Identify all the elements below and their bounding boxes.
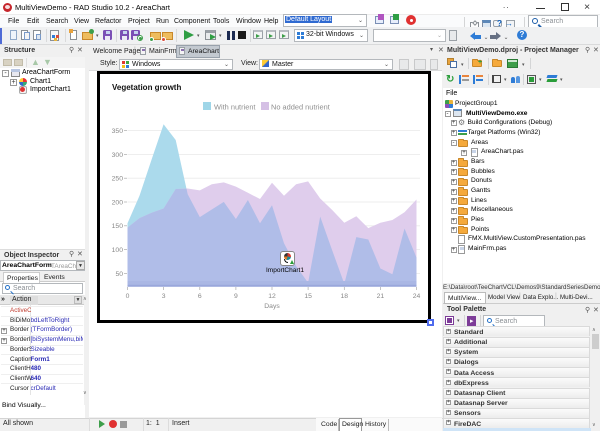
svg-text:200: 200	[112, 199, 124, 206]
svg-text:21: 21	[377, 293, 385, 300]
svg-text:No added nutrient: No added nutrient	[271, 103, 330, 112]
svg-text:Days: Days	[264, 303, 280, 310]
svg-text:Vegetation growth: Vegetation growth	[112, 83, 181, 92]
svg-text:15: 15	[304, 293, 312, 300]
svg-text:0: 0	[126, 293, 130, 300]
svg-text:24: 24	[413, 293, 421, 300]
svg-text:18: 18	[341, 293, 349, 300]
svg-text:12: 12	[268, 293, 276, 300]
svg-text:3: 3	[162, 293, 166, 300]
svg-text:With nutrient: With nutrient	[214, 103, 256, 112]
svg-text:250: 250	[112, 176, 124, 183]
svg-text:300: 300	[112, 152, 124, 159]
svg-text:350: 350	[112, 128, 124, 135]
svg-text:50: 50	[115, 271, 123, 278]
svg-text:150: 150	[112, 223, 124, 230]
svg-text:100: 100	[112, 247, 124, 254]
svg-text:9: 9	[234, 293, 238, 300]
svg-text:6: 6	[198, 293, 202, 300]
